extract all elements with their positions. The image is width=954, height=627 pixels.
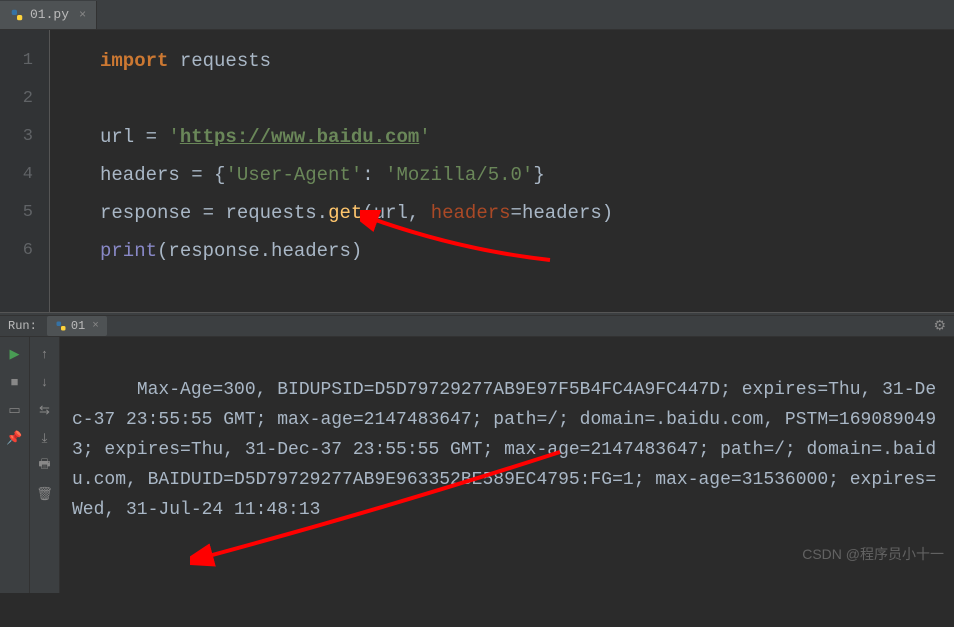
run-config-name: 01 (71, 319, 85, 333)
line-number: 2 (0, 80, 33, 118)
line-number: 4 (0, 156, 33, 194)
editor-tab-bar: 01.py × (0, 0, 954, 30)
run-panel-header: Run: 01 × ⚙ (0, 316, 954, 337)
print-button[interactable]: 🖶 (36, 457, 54, 475)
layout-button[interactable]: ▭ (6, 401, 24, 419)
editor-tab[interactable]: 01.py × (0, 1, 97, 29)
gear-icon[interactable]: ⚙ (933, 318, 946, 335)
stop-button[interactable]: ■ (6, 373, 24, 391)
close-tab-icon[interactable]: × (79, 8, 86, 22)
code-line (100, 80, 954, 118)
code-editor: 123456 import requests url = 'https://www… (0, 30, 954, 312)
rerun-button[interactable]: ▶ (6, 345, 24, 363)
tab-filename: 01.py (30, 7, 69, 22)
code-area[interactable]: import requests url = 'https://www.baidu.… (50, 30, 954, 312)
line-number: 6 (0, 232, 33, 270)
code-line: headers = {'User-Agent': 'Mozilla/5.0'} (100, 156, 954, 194)
python-icon (55, 320, 67, 332)
soft-wrap-button[interactable]: ⇆ (36, 401, 54, 419)
up-icon[interactable]: ↑ (36, 345, 54, 363)
watermark: CSDN @程序员小十一 (802, 544, 944, 564)
run-config-tab[interactable]: 01 × (47, 316, 107, 336)
run-panel: Run: 01 × ⚙ ▶ ■ ▭ 📌 ↑ ↓ ⇆ ⤓ 🖶 🗑 Max-Age=… (0, 316, 954, 570)
line-number-gutter: 123456 (0, 30, 50, 312)
python-file-icon (10, 8, 24, 22)
line-number: 5 (0, 194, 33, 232)
code-line: response = requests.get(url, headers=hea… (100, 194, 954, 232)
line-number: 1 (0, 42, 33, 80)
run-label: Run: (8, 319, 37, 333)
run-toolbar-secondary: ↑ ↓ ⇆ ⤓ 🖶 🗑 (30, 337, 60, 593)
run-toolbar-primary: ▶ ■ ▭ 📌 (0, 337, 30, 593)
clear-button[interactable]: 🗑 (36, 485, 54, 503)
console-text: Max-Age=300, BIDUPSID=D5D79729277AB9E97F… (72, 380, 936, 520)
code-line: url = 'https://www.baidu.com' (100, 118, 954, 156)
code-line: import requests (100, 42, 954, 80)
scroll-to-end-button[interactable]: ⤓ (36, 429, 54, 447)
code-line: print(response.headers) (100, 232, 954, 270)
down-icon[interactable]: ↓ (36, 373, 54, 391)
pin-button[interactable]: 📌 (6, 429, 24, 447)
close-run-tab-icon[interactable]: × (92, 320, 99, 332)
line-number: 3 (0, 118, 33, 156)
